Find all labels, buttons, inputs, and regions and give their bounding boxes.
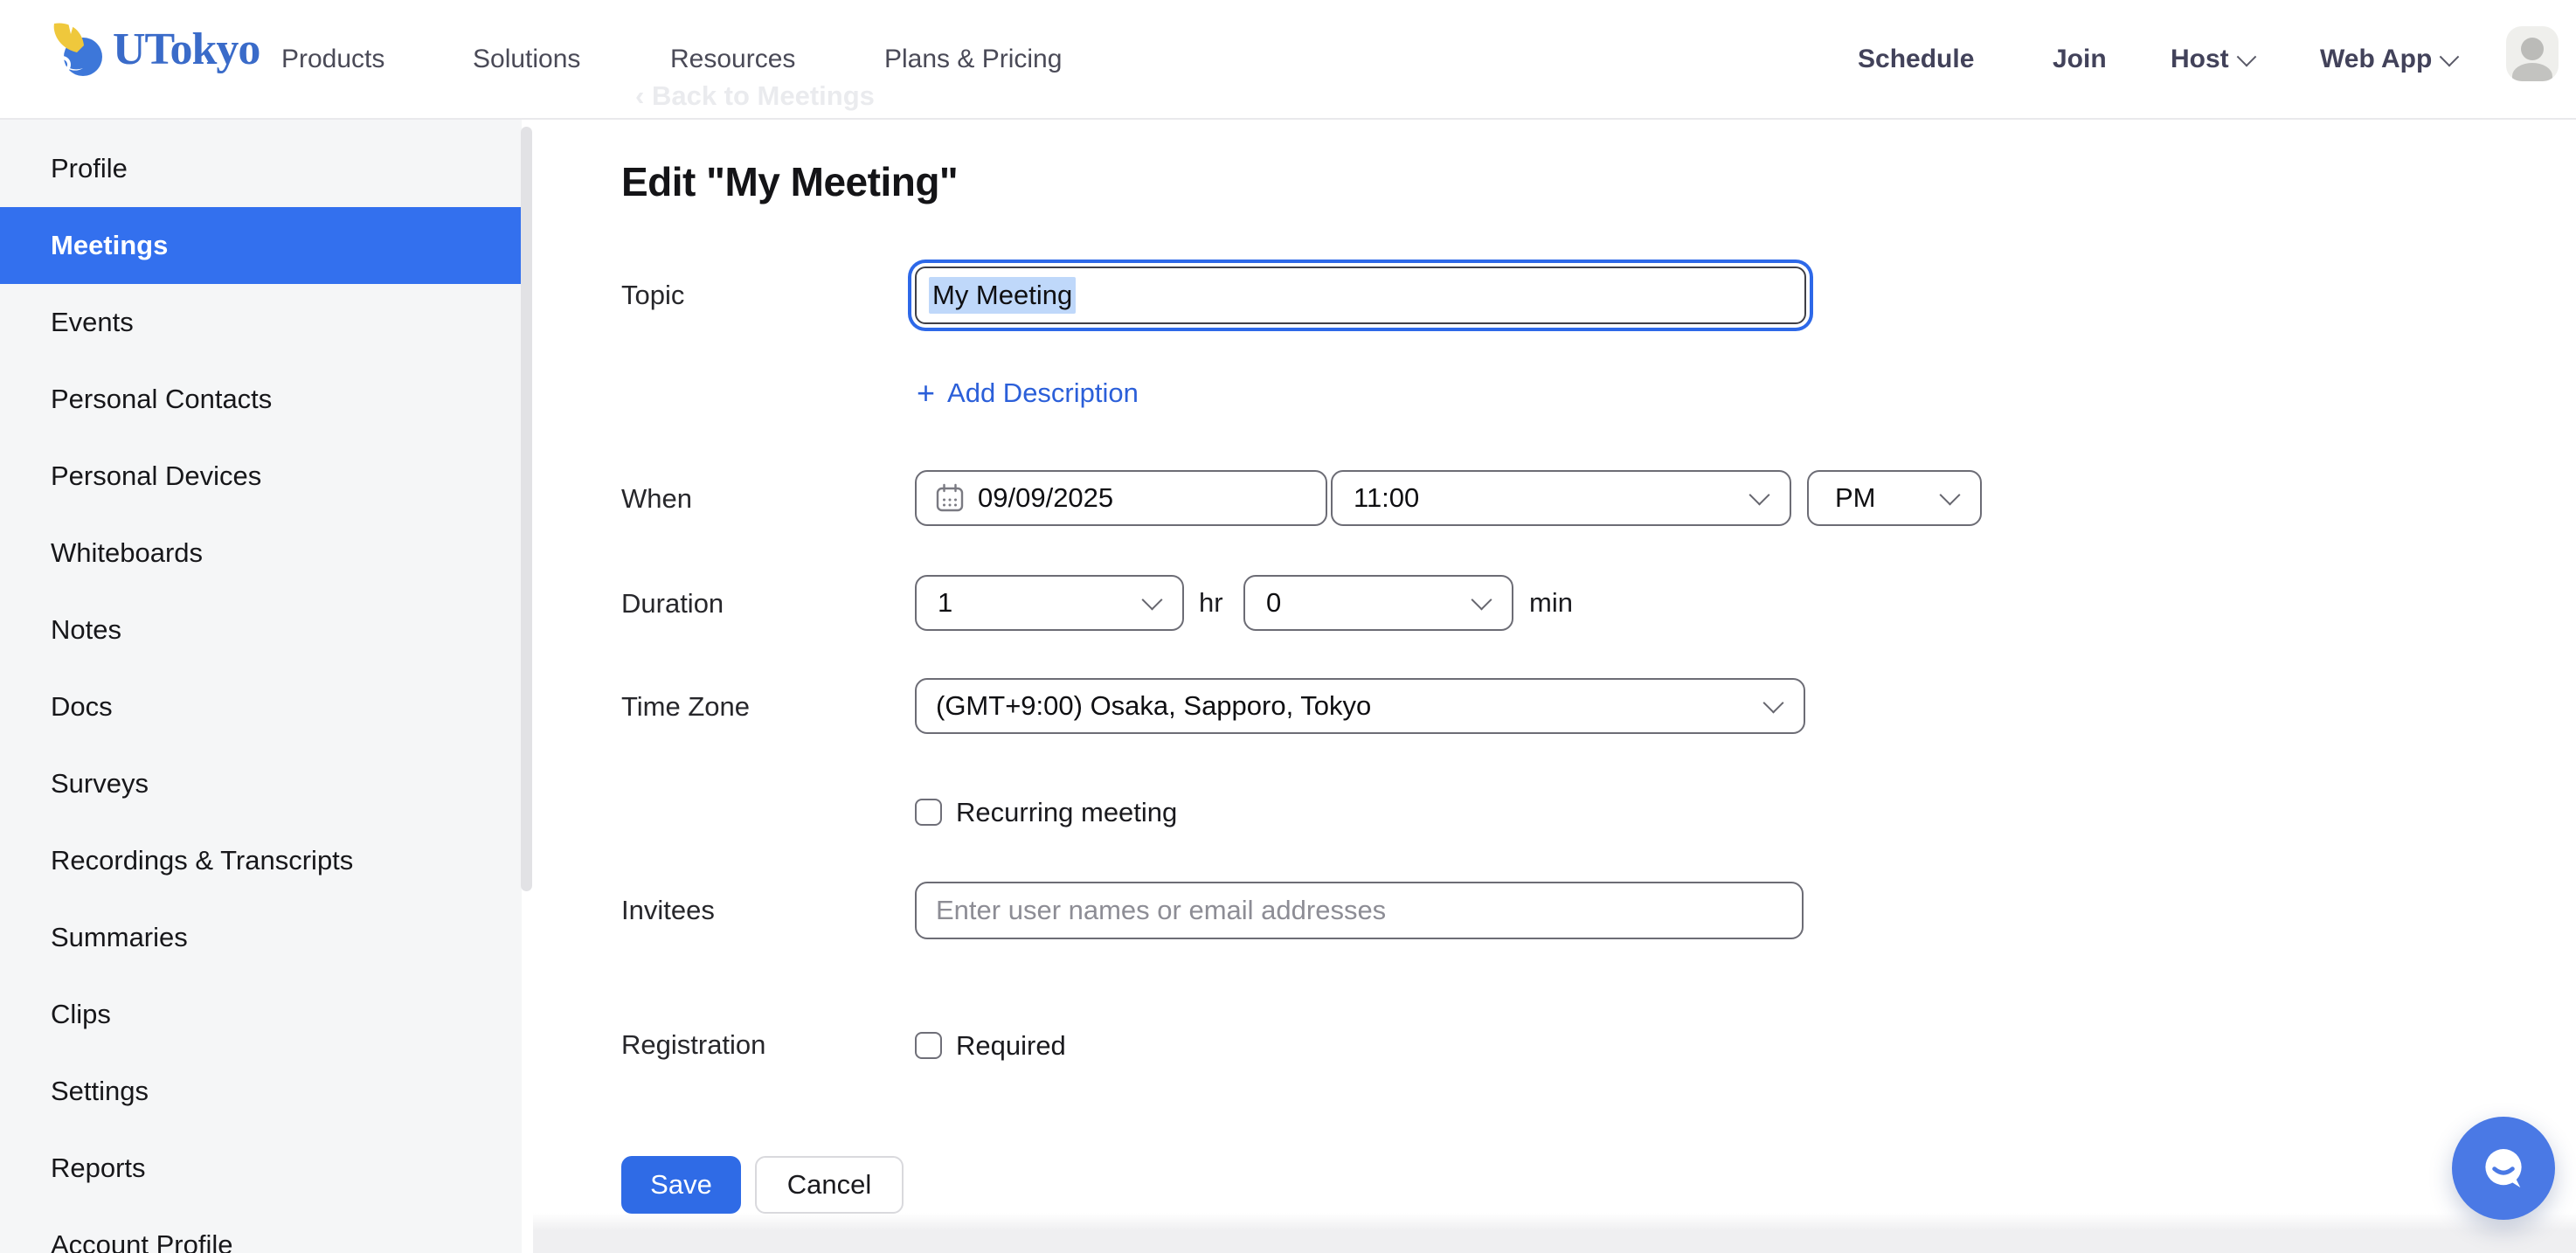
nav-host[interactable]: Host (2171, 45, 2254, 74)
user-avatar[interactable] (2506, 26, 2559, 81)
hours-unit-label: hr (1199, 575, 1223, 631)
utokyo-logo[interactable]: UTokyo (50, 19, 260, 80)
duration-minutes-select[interactable]: 0 (1243, 575, 1513, 631)
logo-wordmark: UTokyo (113, 27, 260, 73)
sidebar-item-personal-contacts[interactable]: Personal Contacts (0, 361, 522, 438)
add-description-label: Add Description (947, 377, 1139, 409)
topic-input[interactable]: My Meeting (915, 267, 1806, 324)
duration-label: Duration (621, 575, 724, 633)
chevron-down-icon (1141, 589, 1162, 610)
sidebar-item-meetings[interactable]: Meetings (0, 207, 522, 284)
sidebar-item-surveys[interactable]: Surveys (0, 745, 522, 822)
registration-required-checkbox[interactable] (915, 1032, 942, 1059)
sidebar: Profile Meetings Events Personal Contact… (0, 118, 522, 1253)
page-title: Edit "My Meeting" (621, 158, 958, 205)
save-button[interactable]: Save (621, 1156, 741, 1214)
date-input[interactable]: 09/09/2025 (915, 470, 1327, 526)
nav-web-app-label: Web App (2320, 45, 2432, 74)
invitees-label: Invitees (621, 882, 715, 939)
topic-label: Topic (621, 267, 684, 324)
sidebar-item-clips[interactable]: Clips (0, 976, 522, 1053)
person-avatar-icon (2521, 38, 2544, 60)
nav-products[interactable]: Products (281, 45, 384, 74)
sidebar-item-recordings-transcripts[interactable]: Recordings & Transcripts (0, 822, 522, 899)
add-description-button[interactable]: + Add Description (917, 377, 1139, 409)
back-to-meetings-link[interactable]: ‹ Back to Meetings (635, 80, 875, 112)
sidebar-item-notes[interactable]: Notes (0, 592, 522, 668)
registration-required-label: Required (956, 1032, 1066, 1059)
timezone-select[interactable]: (GMT+9:00) Osaka, Sapporo, Tokyo (915, 678, 1805, 734)
ampm-select[interactable]: PM (1807, 470, 1982, 526)
invitees-placeholder: Enter user names or email addresses (936, 895, 1386, 926)
topic-value-selected: My Meeting (929, 277, 1076, 314)
sidebar-item-personal-devices[interactable]: Personal Devices (0, 438, 522, 515)
zoom-web-app-screen: ‹ Back to Meetings UTokyo Products Solut… (0, 0, 2576, 1253)
timezone-label: Time Zone (621, 678, 750, 736)
back-link-label: Back to Meetings (652, 80, 875, 111)
time-select[interactable]: 11:00 (1331, 470, 1791, 526)
duration-minutes-value: 0 (1266, 587, 1281, 619)
nav-resources[interactable]: Resources (670, 45, 795, 74)
sidebar-scrollbar[interactable] (521, 127, 532, 891)
chevron-down-icon (1471, 589, 1492, 610)
nav-join-label: Join (2053, 45, 2107, 74)
person-avatar-icon (2512, 63, 2552, 81)
sidebar-item-summaries[interactable]: Summaries (0, 899, 522, 976)
duration-hours-select[interactable]: 1 (915, 575, 1184, 631)
chevron-down-icon (1762, 692, 1783, 713)
invitees-input[interactable]: Enter user names or email addresses (915, 882, 1804, 939)
nav-schedule[interactable]: Schedule (1858, 45, 1974, 74)
recurring-meeting-checkbox[interactable] (915, 799, 942, 826)
calendar-icon (934, 482, 966, 514)
nav-solutions[interactable]: Solutions (473, 45, 580, 74)
sidebar-item-profile[interactable]: Profile (0, 130, 522, 207)
main-content: Edit "My Meeting" Topic My Meeting + Add… (533, 118, 2576, 1253)
sidebar-item-account-profile[interactable]: Account Profile (0, 1207, 522, 1253)
chevron-down-icon (1939, 484, 1960, 505)
sidebar-item-reports[interactable]: Reports (0, 1130, 522, 1207)
chevron-down-icon (2236, 46, 2256, 66)
minutes-unit-label: min (1529, 575, 1573, 631)
sidebar-item-whiteboards[interactable]: Whiteboards (0, 515, 522, 592)
nav-web-app[interactable]: Web App (2320, 45, 2456, 74)
registration-label: Registration (621, 1016, 765, 1074)
nav-host-label: Host (2171, 45, 2229, 74)
nav-plans-pricing[interactable]: Plans & Pricing (884, 45, 1062, 74)
cancel-button[interactable]: Cancel (755, 1156, 904, 1214)
when-label: When (621, 470, 692, 528)
sidebar-item-events[interactable]: Events (0, 284, 522, 361)
footer-band (533, 1213, 2576, 1253)
nav-schedule-label: Schedule (1858, 45, 1974, 74)
chat-assistant-button[interactable] (2452, 1117, 2555, 1220)
sidebar-item-docs[interactable]: Docs (0, 668, 522, 745)
chevron-down-icon (1748, 484, 1769, 505)
date-value: 09/09/2025 (978, 482, 1113, 514)
duration-hours-value: 1 (938, 587, 952, 619)
timezone-value: (GMT+9:00) Osaka, Sapporo, Tokyo (936, 690, 1371, 722)
chevron-down-icon (2440, 46, 2460, 66)
ginkgo-leaf-icon (50, 19, 104, 80)
time-value: 11:00 (1354, 482, 1419, 514)
plus-icon: + (917, 377, 935, 409)
chat-bubble-icon (2475, 1139, 2532, 1197)
back-chevron-icon: ‹ (635, 80, 644, 111)
sidebar-item-settings[interactable]: Settings (0, 1053, 522, 1130)
recurring-meeting-label: Recurring meeting (956, 799, 1177, 826)
top-header: ‹ Back to Meetings UTokyo Products Solut… (0, 0, 2576, 120)
ampm-value: PM (1835, 482, 1876, 514)
nav-join[interactable]: Join (2053, 45, 2107, 74)
